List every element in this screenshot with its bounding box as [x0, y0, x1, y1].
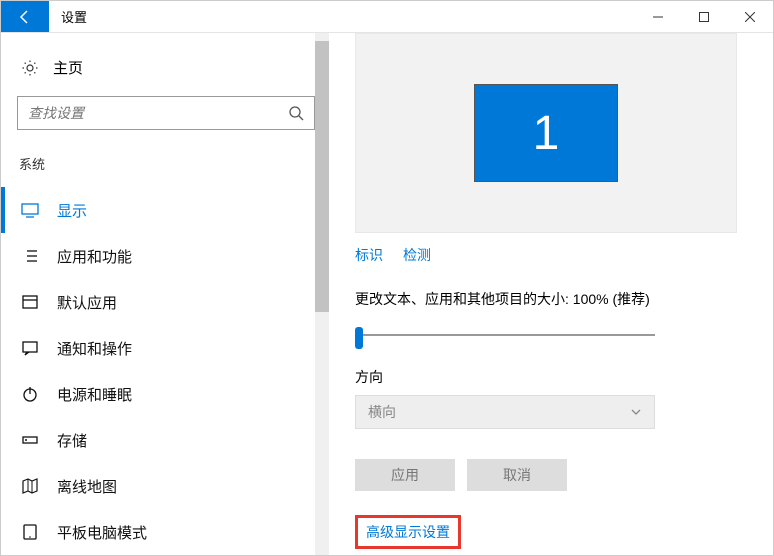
map-icon: [21, 477, 39, 495]
advanced-display-link[interactable]: 高级显示设置: [366, 524, 450, 540]
slider-thumb[interactable]: [355, 327, 363, 349]
identify-link[interactable]: 标识: [355, 245, 383, 265]
search-icon: [288, 105, 304, 121]
dropdown-value: 横向: [368, 402, 396, 422]
main-panel: 1 标识 检测 更改文本、应用和其他项目的大小: 100% (推荐) 方向 横向…: [329, 33, 773, 555]
home-label: 主页: [53, 57, 83, 78]
maximize-button[interactable]: [681, 1, 727, 32]
home-row[interactable]: 主页: [17, 51, 325, 96]
nav-label: 电源和睡眠: [57, 384, 132, 405]
back-button[interactable]: [1, 1, 49, 32]
tablet-icon: [21, 523, 39, 541]
window-title: 设置: [49, 1, 99, 32]
apply-button[interactable]: 应用: [355, 459, 455, 491]
slider-track: [355, 334, 655, 336]
default-apps-icon: [21, 293, 39, 311]
titlebar: 设置: [1, 1, 773, 33]
minimize-icon: [653, 12, 663, 22]
nav-label: 应用和功能: [57, 246, 132, 267]
scale-slider[interactable]: [355, 325, 655, 345]
gear-icon: [21, 59, 39, 77]
cancel-button[interactable]: 取消: [467, 459, 567, 491]
search-box[interactable]: [17, 96, 315, 130]
sidebar: 主页 系统 显示 应用和功能 默认应用 通知和操作 电源和睡眠 存: [1, 33, 329, 555]
search-input[interactable]: [28, 105, 288, 121]
minimize-button[interactable]: [635, 1, 681, 32]
monitor-preview[interactable]: 1: [355, 33, 737, 233]
nav-label: 离线地图: [57, 476, 117, 497]
nav-display[interactable]: 显示: [17, 187, 325, 233]
scale-label: 更改文本、应用和其他项目的大小: 100% (推荐): [355, 289, 737, 309]
arrow-left-icon: [17, 9, 33, 25]
category-label: 系统: [17, 154, 325, 173]
monitor-box[interactable]: 1: [474, 84, 618, 182]
nav-offline-maps[interactable]: 离线地图: [17, 463, 325, 509]
nav-label: 平板电脑模式: [57, 522, 147, 543]
nav-label: 存储: [57, 430, 87, 451]
close-button[interactable]: [727, 1, 773, 32]
nav-default-apps[interactable]: 默认应用: [17, 279, 325, 325]
chevron-down-icon: [630, 406, 642, 418]
nav-label: 显示: [57, 200, 87, 221]
storage-icon: [21, 431, 39, 449]
close-icon: [745, 12, 755, 22]
nav-notifications[interactable]: 通知和操作: [17, 325, 325, 371]
monitor-icon: [21, 201, 39, 219]
notification-icon: [21, 339, 39, 357]
nav-label: 通知和操作: [57, 338, 132, 359]
orientation-label: 方向: [355, 367, 737, 387]
nav-tablet-mode[interactable]: 平板电脑模式: [17, 509, 325, 555]
power-icon: [21, 385, 39, 403]
nav-storage[interactable]: 存储: [17, 417, 325, 463]
detect-link[interactable]: 检测: [403, 245, 431, 265]
nav-label: 默认应用: [57, 292, 117, 313]
orientation-dropdown[interactable]: 横向: [355, 395, 655, 429]
advanced-link-highlight: 高级显示设置: [355, 515, 461, 549]
list-icon: [21, 247, 39, 265]
sidebar-scrollbar[interactable]: [315, 33, 329, 555]
scrollbar-thumb[interactable]: [315, 41, 329, 312]
nav-power[interactable]: 电源和睡眠: [17, 371, 325, 417]
maximize-icon: [699, 12, 709, 22]
nav-apps[interactable]: 应用和功能: [17, 233, 325, 279]
